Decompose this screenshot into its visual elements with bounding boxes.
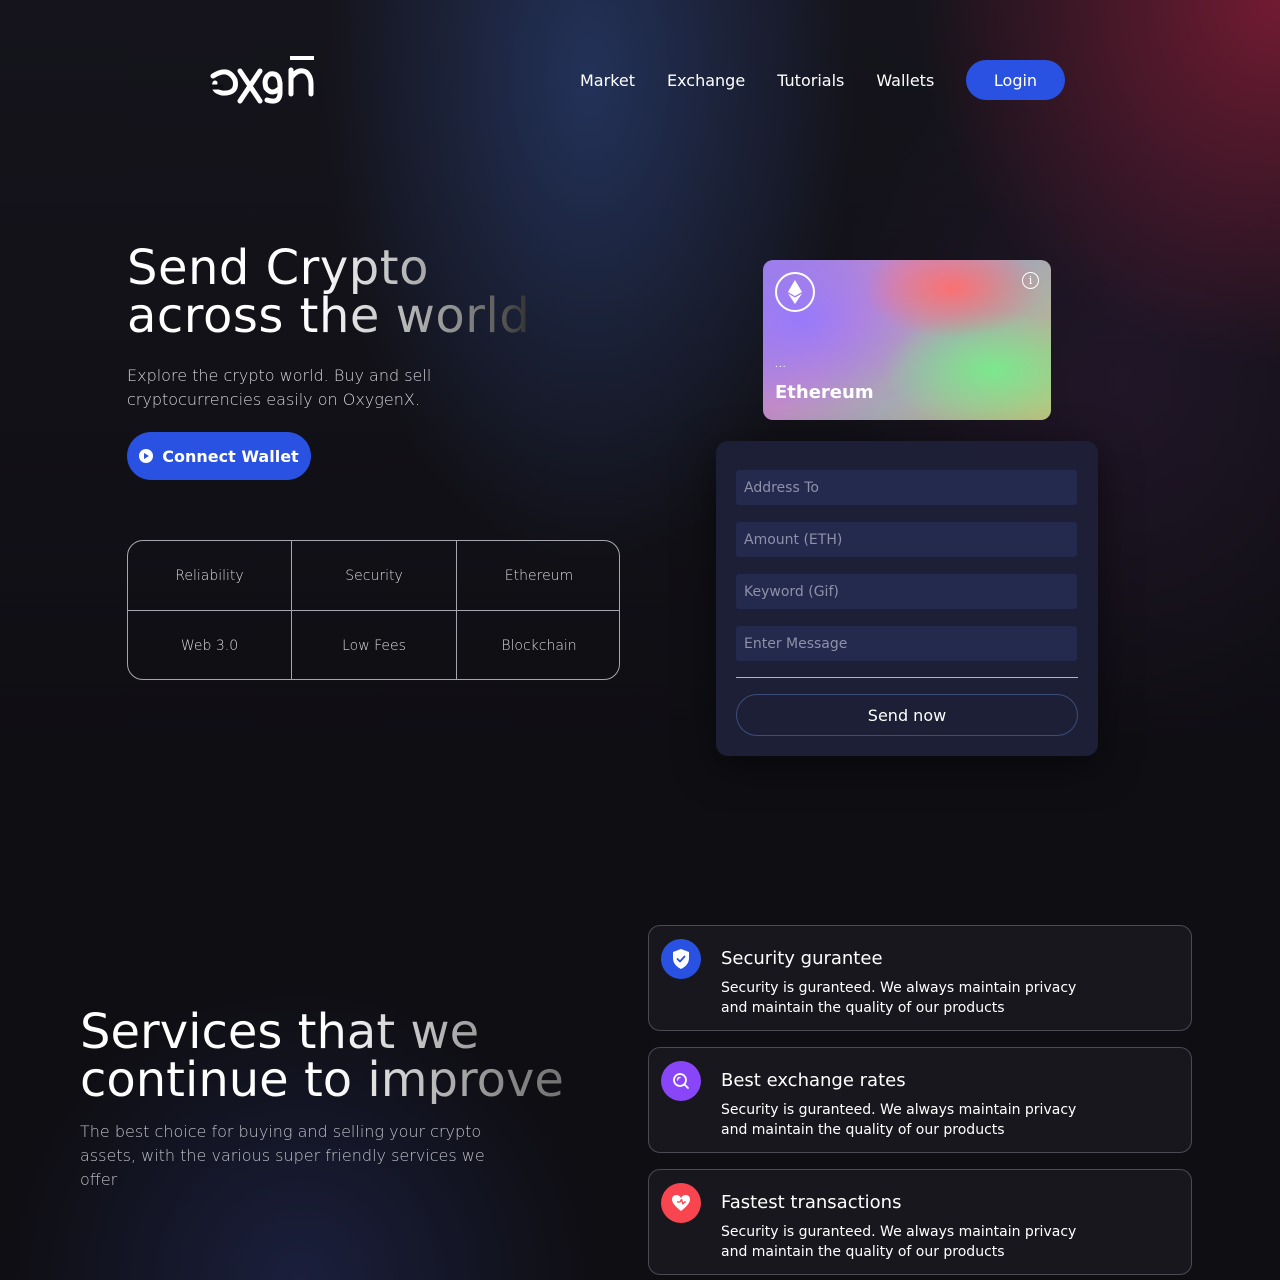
- feature-web3: Web 3.0: [128, 611, 292, 679]
- login-button[interactable]: Login: [966, 60, 1065, 100]
- play-circle-icon: [139, 449, 154, 463]
- feature-security: Security: [292, 541, 457, 611]
- hero-title: Send Crypto across the world: [127, 244, 547, 340]
- amount-input[interactable]: [736, 522, 1077, 557]
- feature-ethereum: Ethereum: [457, 541, 619, 611]
- logo[interactable]: oxgn: [210, 56, 320, 106]
- search-icon: [661, 1061, 701, 1101]
- hero-title-line2: across the world: [127, 288, 531, 344]
- feature-blockchain: Blockchain: [501, 638, 577, 654]
- address-to-input[interactable]: [736, 470, 1077, 505]
- send-now-button[interactable]: Send now: [736, 694, 1078, 736]
- service-description: Security is guranteed. We always maintai…: [721, 1224, 1077, 1260]
- service-description: Security is guranteed. We always maintai…: [721, 980, 1077, 1016]
- nav-item-market[interactable]: Market: [580, 71, 635, 90]
- info-icon[interactable]: i: [1022, 272, 1039, 289]
- services-subtitle: The best choice for buying and selling y…: [80, 1122, 485, 1189]
- hero-subtitle: Explore the crypto world. Buy and sell c…: [127, 366, 432, 409]
- nav-item-exchange[interactable]: Exchange: [667, 71, 745, 90]
- shield-check-icon: [661, 939, 701, 979]
- message-input[interactable]: [736, 626, 1077, 661]
- features-grid: Reliability Security Ethereum Web 3.0 Lo…: [127, 540, 620, 680]
- form-divider: [736, 677, 1078, 678]
- services-title-line1: Services that we: [80, 1004, 480, 1060]
- service-card-exchange-rates: Best exchange rates Security is gurantee…: [648, 1047, 1192, 1153]
- nav-item-wallets[interactable]: Wallets: [876, 71, 934, 90]
- send-form: Send now: [716, 441, 1098, 756]
- hero-title-line1: Send Crypto: [127, 240, 429, 296]
- card-network-name: Ethereum: [775, 382, 874, 403]
- main-nav: Market Exchange Tutorials Wallets: [580, 60, 966, 100]
- service-title: Security gurantee: [721, 948, 883, 969]
- service-title: Fastest transactions: [721, 1192, 902, 1213]
- ethereum-card: i ... Ethereum: [763, 260, 1051, 420]
- service-card-security: Security gurantee Security is guranteed.…: [648, 925, 1192, 1031]
- nav-item-tutorials[interactable]: Tutorials: [777, 71, 844, 90]
- keyword-input[interactable]: [736, 574, 1077, 609]
- service-card-fastest-transactions: Fastest transactions Security is gurante…: [648, 1169, 1192, 1275]
- connect-wallet-label: Connect Wallet: [162, 446, 299, 466]
- feature-reliability: Reliability: [128, 541, 292, 611]
- services-title-line2: continue to improve: [80, 1052, 564, 1108]
- feature-low-fees: Low Fees: [292, 611, 457, 679]
- ethereum-icon: [775, 272, 815, 312]
- heart-icon: [661, 1183, 701, 1223]
- service-description: Security is guranteed. We always maintai…: [721, 1102, 1077, 1138]
- card-address: ...: [775, 360, 787, 370]
- connect-wallet-button[interactable]: Connect Wallet: [127, 432, 311, 480]
- service-title: Best exchange rates: [721, 1070, 906, 1091]
- services-title: Services that we continue to improve: [80, 1008, 580, 1104]
